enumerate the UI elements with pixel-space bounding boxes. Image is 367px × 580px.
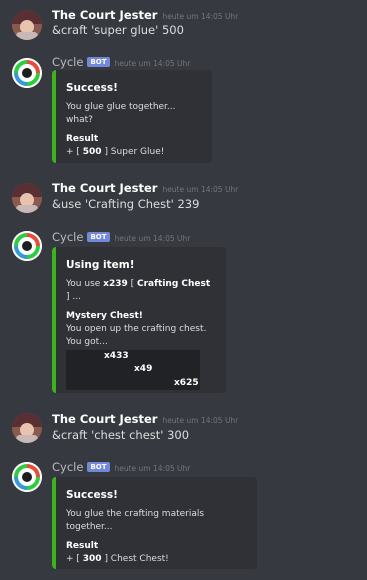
timestamp: heute um 14:05 Uhr (114, 234, 191, 243)
user-avatar[interactable] (12, 10, 42, 40)
user-avatar[interactable] (12, 413, 42, 443)
use-suffix: ] ... (66, 292, 81, 302)
timestamp: heute um 14:05 Uhr (114, 464, 191, 473)
author-label[interactable]: The Court Jester (52, 181, 157, 195)
embed-title: Success! (66, 489, 118, 501)
bot-avatar[interactable] (12, 231, 42, 261)
use-prefix: You use (66, 279, 104, 289)
embed-description: You glue glue together... what? (66, 102, 176, 125)
embed-title: Success! (66, 82, 118, 94)
author-name[interactable]: Cycle BOT heute um 14:05 Uhr (52, 460, 190, 474)
embed-title: Using item! (66, 259, 135, 271)
author-name[interactable]: The Court Jester heute um 14:05 Uhr (52, 181, 238, 195)
cycle-logo-icon (12, 231, 42, 261)
loot-count-1: x433 (104, 351, 129, 361)
author-label[interactable]: Cycle (52, 55, 83, 69)
bot-badge: BOT (87, 57, 110, 67)
embed-field-value: + [ 300 ] Chest Chest! (66, 553, 247, 566)
timestamp: heute um 14:05 Uhr (162, 416, 239, 425)
timestamp: heute um 14:05 Uhr (162, 185, 239, 194)
bot-badge: BOT (87, 232, 110, 242)
embed-field-name: Result (66, 541, 99, 551)
message-text: &craft 'chest chest' 300 (52, 428, 190, 442)
message-text: &use 'Crafting Chest' 239 (52, 197, 200, 211)
timestamp: heute um 14:05 Uhr (114, 59, 191, 68)
embed: Using item! You use x239 [ Crafting Ches… (52, 247, 226, 393)
embed-field-value: + [ 500 ] Super Glue! (66, 146, 202, 159)
loot-count-2: x49 (134, 364, 153, 374)
field-amount: 300 (82, 554, 102, 564)
field-suffix: ] Super Glue! (101, 147, 165, 157)
bot-badge: BOT (87, 462, 110, 472)
field-suffix: ] Chest Chest! (101, 554, 169, 564)
embed-use-line: You use x239 [ Crafting Chest ] ... (66, 278, 216, 304)
cycle-logo-icon (12, 58, 42, 88)
embed: Success! You glue the crafting materials… (52, 477, 257, 569)
timestamp: heute um 14:05 Uhr (162, 12, 239, 21)
author-name[interactable]: Cycle BOT heute um 14:05 Uhr (52, 230, 190, 244)
bot-avatar[interactable] (12, 58, 42, 88)
author-label[interactable]: Cycle (52, 460, 83, 474)
use-count: x239 (103, 279, 128, 289)
message-text: &craft 'super glue' 500 (52, 23, 184, 37)
author-name[interactable]: The Court Jester heute um 14:05 Uhr (52, 8, 238, 22)
author-label[interactable]: Cycle (52, 230, 83, 244)
author-label[interactable]: The Court Jester (52, 412, 157, 426)
author-name[interactable]: The Court Jester heute um 14:05 Uhr (52, 412, 238, 426)
loot-count-3: x625 (174, 378, 199, 388)
author-label[interactable]: The Court Jester (52, 8, 157, 22)
embed-line-1: You open up the crafting chest. (66, 324, 207, 334)
embed-field-name: Result (66, 134, 99, 144)
field-amount: 500 (82, 147, 102, 157)
bot-avatar[interactable] (12, 462, 42, 492)
cycle-logo-icon (12, 462, 42, 492)
embed-line-2: You got... (66, 337, 108, 347)
embed-description: You glue the crafting materials together… (66, 509, 205, 532)
embed: Success! You glue glue together... what?… (52, 70, 212, 163)
field-prefix: + [ (66, 147, 83, 157)
use-mid: [ (127, 279, 137, 289)
use-item: Crafting Chest (137, 279, 211, 289)
redacted-loot-block: x433 x49 x625 (66, 350, 200, 390)
embed-field-name: Mystery Chest! (66, 311, 143, 321)
author-name[interactable]: Cycle BOT heute um 14:05 Uhr (52, 55, 190, 69)
user-avatar[interactable] (12, 183, 42, 213)
field-prefix: + [ (66, 554, 83, 564)
